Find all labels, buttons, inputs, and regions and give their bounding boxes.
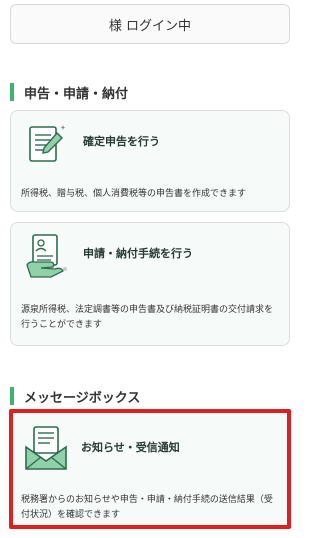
section-title-filing: 申告・申請・納付 [10, 83, 129, 102]
notifications-title: お知らせ・受信通知 [81, 441, 180, 454]
notifications-card[interactable]: お知らせ・受信通知 税務署からのお知らせや申告・申請・納付手続の送信結果（受付状… [9, 409, 291, 529]
section-title-messages-label: メッセージボックス [24, 390, 141, 406]
application-payment-description: 源泉所得税、法定調書等の申告書及び納税証明書の交付請求を行うことができます [21, 305, 274, 330]
section-title-filing-label: 申告・申請・納付 [24, 86, 129, 102]
envelope-letter-icon [25, 426, 67, 470]
application-payment-title: 申請・納付手続を行う [83, 247, 193, 260]
notifications-description: 税務署からのお知らせや申告・申請・納付手続の送信結果（受付状況）を確認できます [21, 495, 273, 520]
svg-text:✦: ✦ [60, 124, 66, 132]
tax-return-title: 確定申告を行う [83, 135, 160, 148]
section-title-messages: メッセージボックス [10, 387, 141, 406]
login-status-bar[interactable]: 様 ログイン中 [10, 4, 290, 44]
application-payment-card[interactable]: 申請・納付手続を行う 源泉所得税、法定調書等の申告書及び納税証明書の交付請求を行… [10, 222, 290, 346]
document-pen-icon: ✦ [29, 124, 66, 162]
tax-return-description: 所得税、贈与税、個人消費税等の申告書を作成できます [21, 189, 247, 199]
login-status-text: 様 ログイン中 [108, 18, 192, 34]
page: 様 ログイン中 申告・申請・納付 ✦ 確定申告を行う 所得税、贈与税、個人消費税… [0, 0, 300, 538]
tax-return-card[interactable]: ✦ 確定申告を行う 所得税、贈与税、個人消費税等の申告書を作成できます [10, 110, 290, 212]
hand-document-icon [26, 234, 67, 278]
